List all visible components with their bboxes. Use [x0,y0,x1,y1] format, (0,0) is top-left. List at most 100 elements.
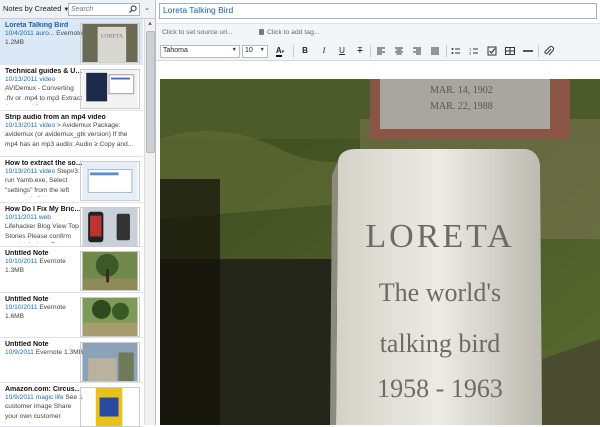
note-snippet: 10/9/2011 Evernote 1.3MB [5,348,83,357]
note-list-item[interactable]: Amazon.com: Circus Doctor...10/9/2011 ma… [0,383,143,427]
note-title-bar: Loreta Talking Bird [156,0,600,22]
toolbar-separator [446,45,447,57]
note-title: How to extract the sound fr... [5,160,83,167]
note-snippet: 10/4/2011 auro... Evernote 1.2MB [5,29,83,48]
note-title: Amazon.com: Circus Doctor... [5,386,83,393]
note-list-header: Notes by Created▼ ⌄ [0,0,155,19]
bold-icon[interactable]: B [298,45,312,57]
sort-dropdown[interactable]: Notes by Created ▼ [3,4,69,13]
italic-icon[interactable]: I [317,45,331,57]
font-size-value: 10 [245,47,253,54]
note-list-item[interactable]: Untitled Note 10/10/2011 Evernote 1.3MB [0,247,143,293]
note-category: video [39,76,56,83]
note-date: 10/13/2011 [5,122,38,129]
table-icon[interactable] [503,45,517,57]
svg-text:2: 2 [469,51,472,56]
note-thumbnail [80,207,140,247]
note-size: 1.2MB [5,39,25,47]
checkbox-icon[interactable] [485,45,499,57]
collapse-panel-icon[interactable]: ⌄ [142,4,152,14]
note-date: 10/11/2011 [5,214,38,221]
note-list-panel: Notes by Created▼ ⌄ Loreta Talking Bird1… [0,0,156,427]
search-icon[interactable] [128,4,138,15]
note-snippet: 10/10/2011 Evernote 1.3MB [5,257,83,276]
note-thumbnail [80,251,140,291]
note-thumbnail [80,297,140,337]
note-snippet: 10/13/2011 video Step#3: run Yamb.exe, S… [5,167,83,197]
note-title: Strip audio from an mp4 video [5,114,106,121]
note-date: 10/10/2011 [5,258,38,265]
note-category: magic life [35,394,64,401]
note-list-item[interactable]: Untitled Note 10/9/2011 Evernote 1.3MB [0,338,143,383]
note-date: 10/13/2011 [5,168,38,175]
font-family-value: Tahoma [163,47,188,54]
note-list-item[interactable]: How Do I Fix My Bricked iPh...10/11/2011… [0,203,143,247]
note-list-item[interactable]: Loreta Talking Bird 10/4/2011 auro... Eve… [0,19,143,65]
note-title: Technical guides & Users m... [5,68,83,75]
note-size: 1.3MB [5,267,25,275]
toolbar-separator [293,45,294,57]
align-center-icon[interactable] [392,45,406,57]
note-editor: Loreta Talking Bird Click to set source … [156,0,600,425]
note-list-scrollbar[interactable]: ▲ [144,19,155,425]
toolbar-separator [538,45,539,57]
chevron-down-icon: ▼ [259,47,265,53]
font-family-select[interactable]: Tahoma ▼ [160,45,240,58]
underline-icon[interactable]: U [335,45,349,57]
scroll-up-icon[interactable]: ▲ [145,19,155,29]
horizontal-rule-icon[interactable] [521,45,535,57]
align-left-icon[interactable] [374,45,388,57]
strikethrough-icon[interactable]: T [353,45,367,57]
note-snippet: 10/11/2011 web Lifehacker Blog View Top … [5,213,83,243]
bullet-list-icon[interactable] [449,45,463,57]
chevron-down-icon: ▼ [231,47,237,53]
font-color-icon[interactable]: A▾ [272,45,288,57]
note-size: 1.6MB [5,313,25,321]
source-url-field[interactable]: Click to set source url... [162,29,233,36]
note-list-item[interactable]: Technical guides & Users m...10/13/2011 … [0,65,143,111]
formatting-toolbar: Tahoma ▼ 10 ▼ A▾ B I U T 12 [156,42,600,61]
tag-placeholder: Click to add tag... [267,29,320,36]
note-category: auro... [35,30,55,37]
note-thumbnail [80,69,140,109]
note-list-item[interactable]: Untitled Note 10/10/2011 Evernote 1.6MB [0,293,143,338]
attach-icon[interactable] [542,45,556,57]
note-category: video [39,168,56,175]
note-thumbnail [80,161,140,201]
note-list: Loreta Talking Bird 10/4/2011 auro... Eve… [0,19,143,427]
note-list-item[interactable]: How to extract the sound fr...10/13/2011… [0,157,143,203]
note-date: 10/13/2011 [5,76,38,83]
note-title[interactable]: Loreta Talking Bird [163,5,233,15]
note-list-item[interactable]: Strip audio from an mp4 video 10/13/2011 … [0,111,143,157]
note-snippet: 10/9/2011 magic life See 1 customer imag… [5,393,83,423]
search-box[interactable] [68,3,140,16]
note-content-image: MAR. 14, 1902 MAR. 22, 1988 LORETA The w… [160,79,600,425]
align-right-icon[interactable] [410,45,424,57]
toolbar-separator [370,45,371,57]
scrollbar-thumb[interactable] [146,31,155,153]
sort-label: Notes by Created [3,4,62,13]
bg-stone-line1: MAR. 14, 1902 [430,85,493,96]
svg-text:LORETA: LORETA [101,33,124,39]
tag-field[interactable]: Click to add tag... [259,29,320,36]
note-date: 10/9/2011 [5,349,34,356]
note-title: How Do I Fix My Bricked iPh... [5,206,83,213]
stone-line2: The world's [379,278,501,307]
search-input[interactable] [69,4,127,15]
numbered-list-icon[interactable]: 12 [467,45,481,57]
note-title: Untitled Note [5,296,49,303]
tombstone-photo: MAR. 14, 1902 MAR. 22, 1988 LORETA The w… [160,79,600,425]
note-date: 10/4/2011 [5,30,34,37]
font-size-select[interactable]: 10 ▼ [242,45,268,58]
note-title-field[interactable]: Loreta Talking Bird [159,3,597,19]
note-category: video [39,122,56,129]
tag-icon [259,29,264,35]
note-category: web [38,214,51,221]
justify-icon[interactable] [428,45,442,57]
stone-line3: talking bird [380,329,501,358]
note-snippet-text: Evernote [39,304,66,311]
note-snippet-text: Evernote [39,258,66,265]
note-title: Loreta Talking Bird [5,22,69,29]
note-snippet-text: AVIDemux - Converting .flv or .mp4 to mp… [5,85,82,105]
bg-stone-line2: MAR. 22, 1988 [430,101,493,112]
